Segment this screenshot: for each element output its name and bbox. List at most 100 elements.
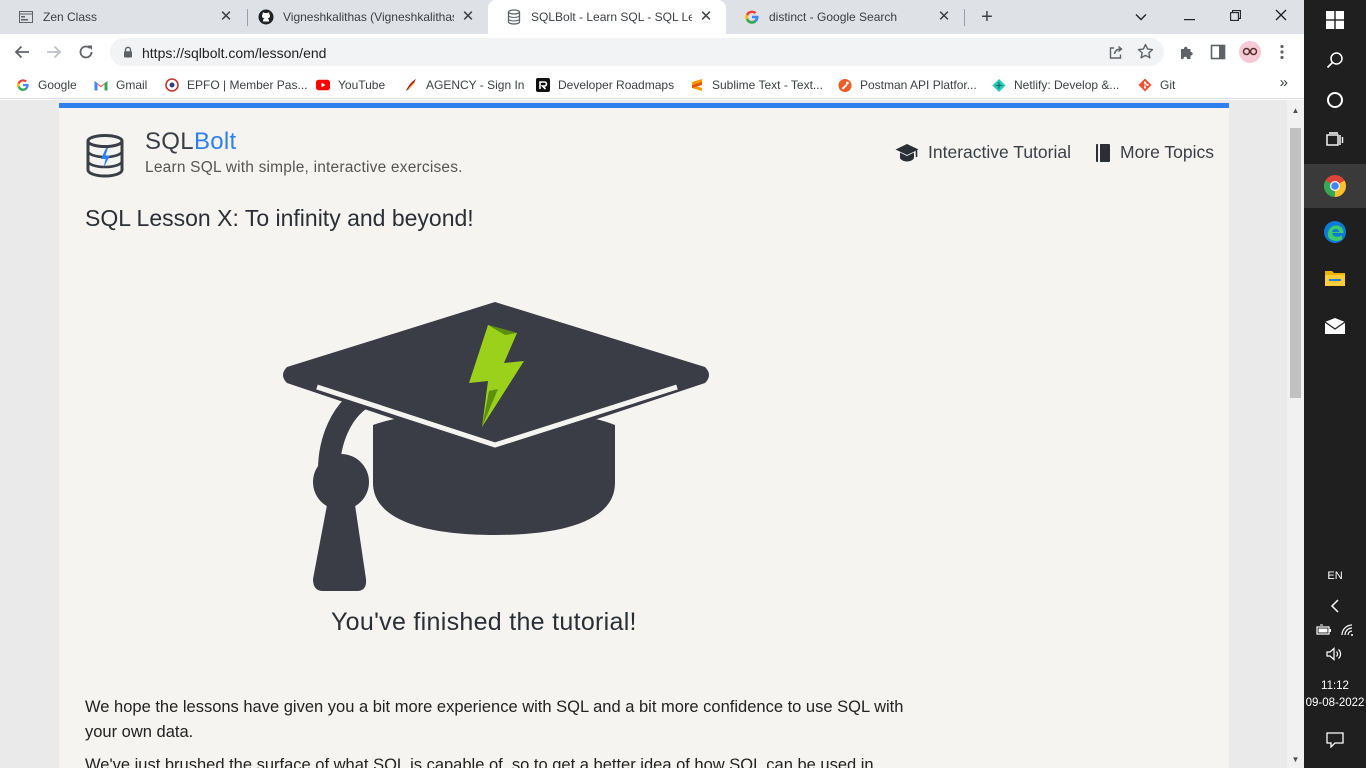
- taskbar-mail-icon[interactable]: [1304, 306, 1366, 346]
- netlify-icon: [992, 78, 1006, 92]
- youtube-icon: [316, 78, 330, 92]
- bookmark-agency[interactable]: AGENCY - Sign In: [404, 76, 524, 94]
- book-icon: [1095, 143, 1111, 163]
- epfo-icon: [165, 78, 179, 92]
- profile-avatar[interactable]: [1238, 40, 1262, 64]
- bookmark-git[interactable]: Git: [1138, 76, 1175, 94]
- close-icon[interactable]: ✕: [218, 9, 234, 25]
- tab-google-search[interactable]: distinct - Google Search ✕: [726, 0, 964, 34]
- bookmark-epfo[interactable]: EPFO | Member Pas...: [165, 76, 307, 94]
- gmail-icon: [94, 78, 108, 92]
- reload-button[interactable]: [74, 40, 98, 64]
- tab-title: Vigneshkalithas (Vigneshkalithas): [283, 10, 454, 24]
- sublime-icon: [690, 78, 704, 92]
- site-name[interactable]: SQLBolt: [145, 128, 237, 156]
- tab-title: distinct - Google Search: [769, 10, 898, 24]
- bookmark-star-icon[interactable]: [1137, 43, 1154, 65]
- bookmark-netlify[interactable]: Netlify: Develop &...: [992, 76, 1119, 94]
- finished-message: You've finished the tutorial!: [331, 608, 637, 636]
- taskbar-edge-icon[interactable]: [1304, 212, 1366, 252]
- tab-separator: [964, 9, 965, 26]
- taskbar-file-explorer-icon[interactable]: [1304, 258, 1366, 298]
- extensions-puzzle-icon[interactable]: [1174, 40, 1198, 64]
- share-icon[interactable]: [1108, 44, 1124, 65]
- graduation-cap-icon: [895, 143, 919, 163]
- github-icon: [258, 9, 274, 25]
- wifi-icon[interactable]: [1340, 624, 1354, 636]
- bookmark-label: Developer Roadmaps: [558, 78, 675, 92]
- minimize-button[interactable]: [1176, 4, 1202, 28]
- content-sheet: SQLBolt Learn SQL with simple, interacti…: [59, 103, 1229, 768]
- scroll-down-arrow-icon[interactable]: ▼: [1287, 755, 1304, 764]
- kebab-menu-icon[interactable]: [1270, 40, 1294, 64]
- cortana-icon[interactable]: [1304, 80, 1366, 120]
- tab-sqlbolt[interactable]: SQLBolt - Learn SQL - SQL Lesson ✕: [488, 0, 726, 34]
- volume-icon[interactable]: [1304, 636, 1366, 672]
- taskbar-chrome-icon[interactable]: [1304, 164, 1366, 208]
- nav-more-topics[interactable]: More Topics: [1095, 142, 1214, 163]
- tab-zen-class[interactable]: Zen Class ✕: [0, 0, 246, 34]
- tab-github[interactable]: Vigneshkalithas (Vigneshkalithas) ✕: [240, 0, 488, 34]
- bookmarks-bar: Google Gmail EPFO | Member Pas... YouTub…: [0, 70, 1304, 99]
- lock-icon[interactable]: [120, 44, 136, 60]
- bookmark-label: Gmail: [116, 78, 148, 92]
- graduation-cap-bolt-icon: [277, 295, 711, 596]
- tab-title: SQLBolt - Learn SQL - SQL Lesson: [531, 10, 692, 24]
- bookmark-label: YouTube: [338, 78, 386, 92]
- bookmark-developer-roadmaps[interactable]: Developer Roadmaps: [536, 76, 674, 94]
- restore-button[interactable]: [1222, 4, 1248, 28]
- side-panel-icon[interactable]: [1206, 40, 1230, 64]
- bookmarks-overflow-icon[interactable]: »: [1280, 74, 1288, 91]
- url-text: https://sqlbolt.com/lesson/end: [142, 45, 327, 61]
- bookmark-label: Netlify: Develop &...: [1014, 78, 1120, 92]
- close-icon[interactable]: ✕: [698, 9, 714, 25]
- agency-icon: [404, 78, 418, 92]
- sqlbolt-icon: [506, 9, 522, 25]
- google-icon: [16, 78, 30, 92]
- close-icon[interactable]: ✕: [460, 9, 476, 25]
- bookmark-label: AGENCY - Sign In: [426, 78, 525, 92]
- scrollbar-thumb[interactable]: [1290, 128, 1301, 398]
- task-view-icon[interactable]: [1304, 120, 1366, 160]
- nav-interactive-tutorial[interactable]: Interactive Tutorial: [895, 142, 1071, 163]
- nav-label: More Topics: [1120, 142, 1215, 162]
- back-button[interactable]: [10, 40, 34, 64]
- bookmark-sublime-text[interactable]: Sublime Text - Text...: [690, 76, 823, 94]
- forward-button[interactable]: [42, 40, 66, 64]
- bookmark-label: EPFO | Member Pas...: [187, 78, 308, 92]
- battery-icon[interactable]: [1316, 624, 1332, 636]
- new-tab-button[interactable]: +: [976, 6, 998, 28]
- windows-start-icon[interactable]: [1304, 0, 1366, 40]
- address-bar[interactable]: https://sqlbolt.com/lesson/end: [110, 38, 1164, 66]
- bookmark-postman[interactable]: Postman API Platfor...: [838, 76, 977, 94]
- clock-date[interactable]: 09-08-2022: [1304, 697, 1366, 709]
- page-scrollbar[interactable]: ▲ ▼: [1287, 100, 1304, 768]
- action-center-icon[interactable]: [1304, 720, 1366, 760]
- browser-toolbar: https://sqlbolt.com/lesson/end: [0, 34, 1304, 70]
- tab-title: Zen Class: [43, 10, 98, 24]
- bookmark-label: Git: [1160, 78, 1176, 92]
- postman-icon: [838, 78, 852, 92]
- page-viewport: SQLBolt Learn SQL with simple, interacti…: [0, 100, 1304, 768]
- site-name-sql: SQL: [145, 128, 194, 155]
- roadmap-icon: [536, 78, 550, 92]
- clock-time[interactable]: 11:12: [1304, 680, 1366, 692]
- close-window-button[interactable]: [1268, 4, 1294, 28]
- close-icon[interactable]: ✕: [936, 9, 952, 25]
- bookmark-gmail[interactable]: Gmail: [94, 76, 147, 94]
- site-tagline: Learn SQL with simple, interactive exerc…: [145, 159, 463, 176]
- google-icon: [744, 9, 760, 25]
- tab-search-chevron-icon[interactable]: [1128, 4, 1154, 28]
- paragraph: We hope the lessons have given you a bit…: [85, 698, 904, 741]
- bookmark-google[interactable]: Google: [16, 76, 77, 94]
- sqlbolt-logo-icon[interactable]: [85, 134, 125, 183]
- search-icon[interactable]: [1304, 40, 1366, 80]
- bookmark-label: Google: [38, 78, 77, 92]
- scroll-up-arrow-icon[interactable]: ▲: [1287, 106, 1304, 115]
- input-language[interactable]: EN: [1304, 570, 1366, 582]
- bookmark-label: Sublime Text - Text...: [712, 78, 823, 92]
- bookmark-label: Postman API Platfor...: [860, 78, 977, 92]
- bookmark-youtube[interactable]: YouTube: [316, 76, 385, 94]
- paragraph: We've just brushed the surface of what S…: [85, 756, 874, 768]
- lesson-title: SQL Lesson X: To infinity and beyond!: [85, 205, 474, 231]
